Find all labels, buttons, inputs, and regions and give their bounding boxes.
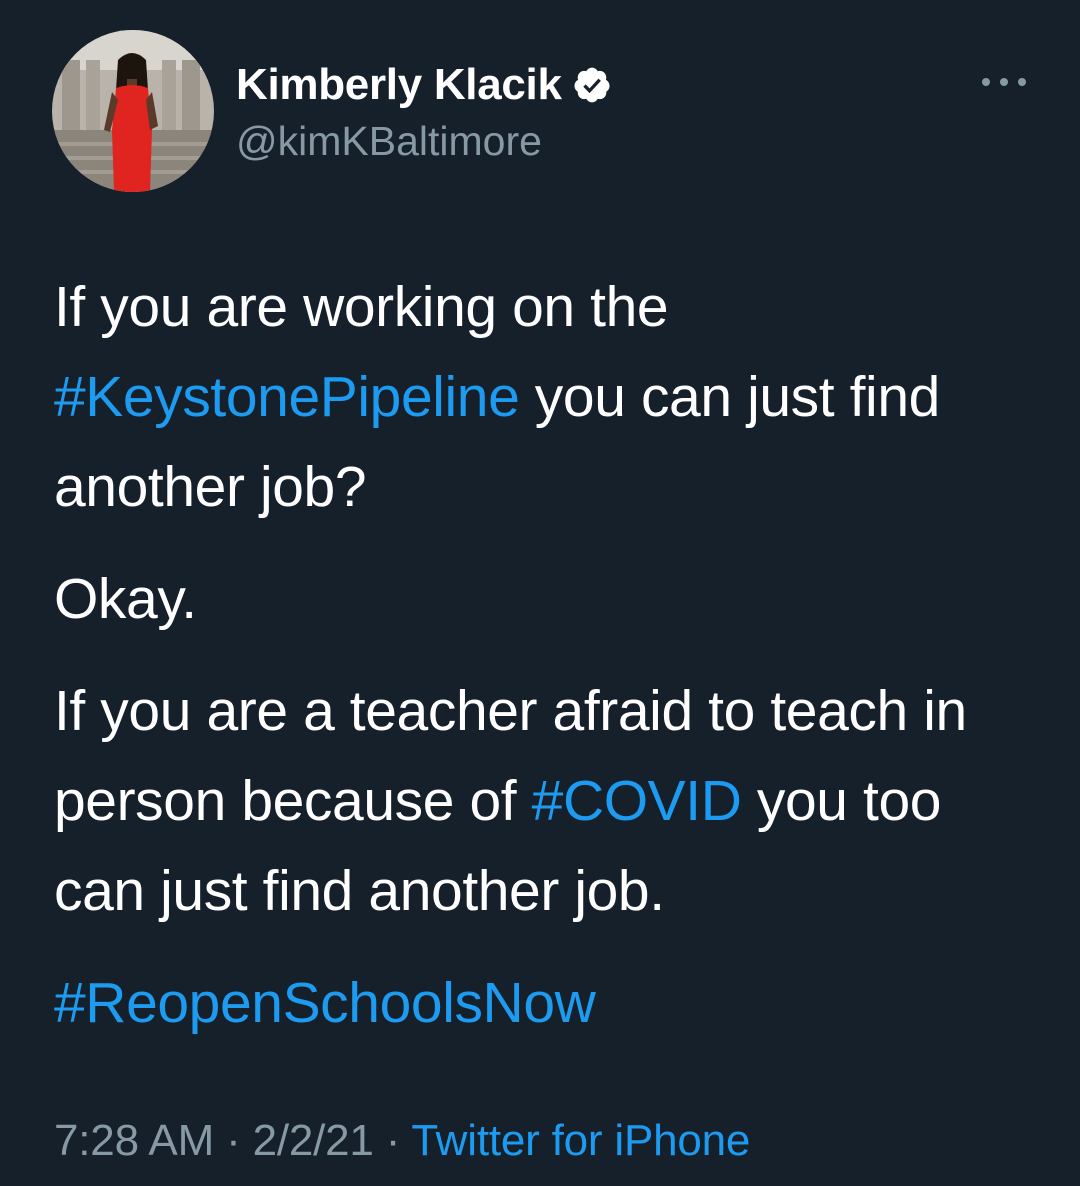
more-dot: [1018, 78, 1026, 86]
tweet-date[interactable]: 2/2/21: [253, 1116, 374, 1165]
hashtag-link[interactable]: #ReopenSchoolsNow: [54, 971, 596, 1035]
tweet-paragraph: If you are working on the #KeystonePipel…: [54, 262, 1044, 532]
tweet-meta: 7:28 AM · 2/2/21 · Twitter for iPhone: [54, 1116, 750, 1166]
more-dot: [982, 78, 990, 86]
display-name[interactable]: Kimberly Klacik: [236, 60, 562, 110]
hashtag-link[interactable]: #COVID: [532, 769, 742, 833]
avatar[interactable]: [52, 30, 214, 192]
tweet-time[interactable]: 7:28 AM: [54, 1116, 214, 1165]
tweet-text-segment: If you are working on the: [54, 275, 669, 339]
more-horizontal-icon[interactable]: [982, 72, 1026, 92]
hashtag-link[interactable]: #KeystonePipeline: [54, 365, 520, 429]
meta-separator: ·: [214, 1116, 253, 1165]
more-dot: [1000, 78, 1008, 86]
meta-separator: ·: [373, 1116, 412, 1165]
tweet-source-link[interactable]: Twitter for iPhone: [411, 1116, 750, 1165]
tweet-card: Kimberly Klacik @kimKBaltimore If you ar…: [0, 0, 1080, 1186]
tweet-text: If you are working on the #KeystonePipel…: [54, 262, 1044, 1048]
tweet-paragraph: Okay.: [54, 567, 197, 631]
verified-badge-icon: [572, 65, 612, 105]
author-handle[interactable]: @kimKBaltimore: [236, 118, 542, 165]
author-name-row[interactable]: Kimberly Klacik: [236, 58, 612, 112]
tweet-paragraph: #ReopenSchoolsNow: [54, 958, 1044, 1048]
tweet-paragraph: If you are a teacher afraid to teach in …: [54, 666, 1044, 936]
